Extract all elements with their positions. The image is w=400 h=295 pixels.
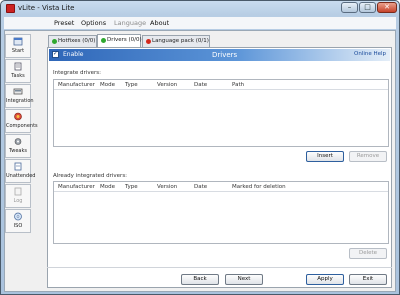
- status-ok-icon: [52, 39, 57, 44]
- tab-label: Drivers (0/0): [107, 37, 142, 43]
- online-help-link[interactable]: Online Help: [354, 51, 386, 57]
- sidebar-item-label: Components: [6, 123, 38, 129]
- tab-drivers[interactable]: Drivers (0/0): [97, 34, 142, 47]
- column-date[interactable]: Date: [194, 184, 207, 190]
- column-type[interactable]: Type: [125, 184, 138, 190]
- maximize-button[interactable]: □: [359, 2, 376, 13]
- integrate-drivers-label: Integrate drivers:: [53, 70, 101, 76]
- tab-label: Language pack (0/1): [152, 38, 209, 44]
- status-ok-icon: [101, 38, 106, 43]
- sidebar-item-unattended[interactable]: Unattended: [5, 159, 35, 183]
- list-header: Manufacturer Mode Type Version Date Mark…: [54, 182, 388, 192]
- column-mode[interactable]: Mode: [100, 82, 115, 88]
- sidebar-item-label: ISO: [13, 223, 23, 229]
- tab-language-pack[interactable]: Language pack (0/1): [142, 35, 210, 47]
- sidebar-item-tasks[interactable]: Tasks: [5, 59, 31, 83]
- app-icon: [6, 4, 15, 13]
- app-window: vLite - Vista Lite – □ ✕ Preset Options …: [0, 0, 400, 295]
- tab-bar: Hotfixes (0/0) Drivers (0/0) Language pa…: [48, 34, 396, 47]
- remove-button: Remove: [349, 151, 387, 162]
- window-title: vLite - Vista Lite: [18, 4, 75, 12]
- tab-label: Hotfixes (0/0): [58, 38, 96, 44]
- column-date[interactable]: Date: [194, 82, 207, 88]
- column-marked-for-deletion[interactable]: Marked for deletion: [232, 184, 286, 190]
- sidebar-item-integration[interactable]: Integration: [5, 84, 34, 108]
- column-version[interactable]: Version: [157, 184, 177, 190]
- menu-options[interactable]: Options: [81, 19, 106, 27]
- components-icon: [14, 112, 22, 121]
- tweaks-icon: [14, 138, 22, 145]
- exit-button[interactable]: Exit: [349, 274, 387, 285]
- status-error-icon: [146, 39, 151, 44]
- sidebar-item-label: Unattended: [6, 173, 36, 179]
- sidebar-item-label: Integration: [6, 98, 34, 104]
- sidebar: Start Tasks Integration Components Tweak…: [5, 34, 38, 233]
- start-icon: [13, 37, 23, 46]
- iso-icon: [14, 212, 22, 221]
- column-manufacturer[interactable]: Manufacturer: [58, 82, 95, 88]
- column-version[interactable]: Version: [157, 82, 177, 88]
- title-bar[interactable]: vLite - Vista Lite – □ ✕: [1, 1, 399, 16]
- apply-button[interactable]: Apply: [306, 274, 344, 285]
- sidebar-item-label: Tweaks: [9, 148, 27, 154]
- enable-label: Enable: [63, 51, 84, 58]
- minimize-button[interactable]: –: [341, 2, 358, 13]
- sidebar-item-label: Tasks: [11, 73, 25, 79]
- section-title: Drivers: [212, 51, 238, 59]
- tab-hotfixes[interactable]: Hotfixes (0/0): [48, 35, 97, 47]
- column-mode[interactable]: Mode: [100, 184, 115, 190]
- sidebar-item-iso[interactable]: ISO: [5, 209, 31, 233]
- delete-button: Delete: [349, 248, 387, 259]
- sidebar-item-log: Log: [5, 184, 31, 208]
- tasks-icon: [14, 62, 22, 71]
- column-type[interactable]: Type: [125, 82, 138, 88]
- sidebar-item-start[interactable]: Start: [5, 34, 31, 58]
- back-button[interactable]: Back: [181, 274, 219, 285]
- unattended-icon: [14, 162, 22, 171]
- integrated-drivers-label: Already integrated drivers:: [53, 173, 128, 179]
- list-header: Manufacturer Mode Type Version Date Path: [54, 80, 388, 90]
- sidebar-item-label: Start: [11, 48, 25, 54]
- integration-icon: [13, 88, 23, 95]
- column-manufacturer[interactable]: Manufacturer: [58, 184, 95, 190]
- insert-button[interactable]: Insert: [306, 151, 344, 162]
- footer-divider: [47, 267, 392, 268]
- enable-checkbox[interactable]: [52, 50, 59, 58]
- integrated-drivers-list[interactable]: Manufacturer Mode Type Version Date Mark…: [53, 181, 389, 244]
- sidebar-item-components[interactable]: Components: [5, 109, 38, 133]
- section-header: Enable Drivers Online Help: [49, 49, 390, 61]
- menu-preset[interactable]: Preset: [54, 19, 74, 27]
- sidebar-item-tweaks[interactable]: Tweaks: [5, 134, 31, 158]
- integrate-drivers-list[interactable]: Manufacturer Mode Type Version Date Path: [53, 79, 389, 147]
- next-button[interactable]: Next: [225, 274, 263, 285]
- menu-language: Language: [114, 19, 147, 27]
- menu-bar: Preset Options Language About: [4, 17, 396, 29]
- close-button[interactable]: ✕: [377, 2, 397, 13]
- menu-about[interactable]: About: [150, 19, 169, 27]
- sidebar-item-label: Log: [13, 198, 23, 204]
- column-path[interactable]: Path: [232, 82, 244, 88]
- log-icon: [14, 187, 22, 196]
